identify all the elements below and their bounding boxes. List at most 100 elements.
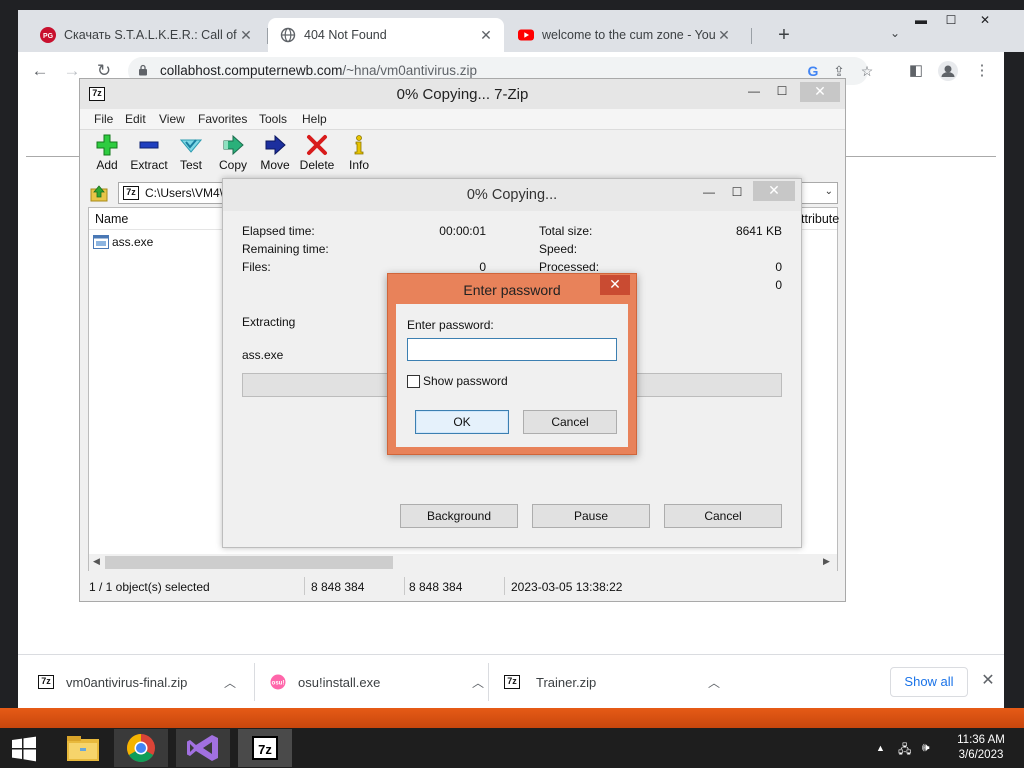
youtube-icon <box>518 29 534 41</box>
divider <box>254 663 255 701</box>
password-input[interactable] <box>407 338 617 361</box>
file-row[interactable]: ass.exe <box>93 234 153 250</box>
close-tab-icon[interactable]: ✕ <box>238 27 254 44</box>
delete-button[interactable]: Delete <box>295 134 339 178</box>
password-body: Enter password: Show password OK Cancel <box>396 304 628 447</box>
show-hidden-icons-icon[interactable]: ▲ <box>876 743 885 753</box>
new-tab-button[interactable]: + <box>772 24 796 48</box>
network-icon[interactable]: 🖧 <box>898 740 911 761</box>
tool-label: Copy <box>218 158 247 172</box>
status-size: 8 848 384 <box>311 580 365 594</box>
up-folder-icon[interactable] <box>90 184 108 202</box>
show-password-checkbox[interactable] <box>407 375 420 388</box>
status-bar: 1 / 1 object(s) selected 8 848 384 8 848… <box>80 575 845 597</box>
close-window-icon[interactable]: ✕ <box>966 10 1004 32</box>
scroll-thumb[interactable] <box>105 556 393 569</box>
tab-youtube[interactable]: welcome to the cum zone - YouT ✕ <box>506 18 742 52</box>
maximize-icon[interactable]: ☐ <box>936 10 966 32</box>
menu-edit[interactable]: Edit <box>125 112 146 126</box>
scroll-left-icon[interactable]: ◀ <box>93 556 100 567</box>
tab-stalker[interactable]: PG Скачать S.T.A.L.K.E.R.: Call of Prip … <box>28 18 264 52</box>
close-icon[interactable]: ✕ <box>600 275 630 295</box>
column-name[interactable]: Name <box>95 212 128 226</box>
tab-label: welcome to the cum zone - YouT <box>542 28 716 42</box>
cancel-button[interactable]: Cancel <box>523 410 617 434</box>
tool-label: Move <box>260 158 290 172</box>
show-all-button[interactable]: Show all <box>890 667 968 697</box>
7zip-archive-icon: 7z <box>123 186 139 200</box>
test-button[interactable]: Test <box>169 134 213 178</box>
minimize-icon[interactable]: — <box>744 82 764 102</box>
elapsed-value: 00:00:01 <box>439 224 486 238</box>
files-label: Files: <box>242 260 271 274</box>
ok-button[interactable]: OK <box>415 410 509 434</box>
download-item[interactable]: 7z Trainer.zip ︿ <box>504 663 734 701</box>
file-explorer-icon[interactable] <box>56 729 110 767</box>
speed-label: Speed: <box>539 242 578 256</box>
column-attributes[interactable]: ttribute <box>801 212 839 226</box>
files-value: 0 <box>479 260 486 274</box>
close-icon[interactable]: ✕ <box>800 82 840 102</box>
title-bar[interactable]: 0% Copying... — ☐ ✕ <box>223 179 801 211</box>
horizontal-scrollbar[interactable]: ◀ ▶ <box>89 554 837 571</box>
visual-studio-icon[interactable] <box>176 729 230 767</box>
action-label: Extracting <box>242 315 296 329</box>
info-button[interactable]: Info <box>337 134 381 178</box>
windows-start-icon[interactable] <box>6 734 42 764</box>
menu-tools[interactable]: Tools <box>259 112 287 126</box>
minimize-icon[interactable]: ▬ <box>906 10 936 32</box>
chevron-up-icon[interactable]: ︿ <box>472 674 484 691</box>
volume-icon[interactable]: 🕪 <box>922 740 930 755</box>
minimize-icon[interactable]: — <box>699 183 719 203</box>
chevron-down-icon[interactable]: ⌄ <box>825 186 833 197</box>
close-icon[interactable]: ✕ <box>753 181 795 201</box>
tool-label: Info <box>348 158 369 172</box>
delete-x-icon <box>307 135 327 155</box>
current-file: ass.exe <box>242 348 284 362</box>
add-button[interactable]: Add <box>85 134 129 178</box>
close-downloads-icon[interactable]: ✕ <box>978 669 998 693</box>
bookmark-star-icon[interactable]: ☆ <box>858 62 876 80</box>
kebab-menu-icon[interactable]: ⋮ <box>972 61 992 81</box>
processed-value: 0 <box>775 260 782 274</box>
menu-favorites[interactable]: Favorites <box>198 112 247 126</box>
tool-label: Extract <box>130 158 168 172</box>
pause-button[interactable]: Pause <box>532 504 650 528</box>
svg-text:7z: 7z <box>258 742 272 757</box>
download-name: Trainer.zip <box>536 674 597 690</box>
move-button[interactable]: Move <box>253 134 297 178</box>
title-bar[interactable]: 7z 0% Copying... 7-Zip — ☐ ✕ <box>80 79 845 109</box>
cancel-button[interactable]: Cancel <box>664 504 782 528</box>
tab-404[interactable]: 404 Not Found ✕ <box>268 18 504 52</box>
chevron-up-icon[interactable]: ︿ <box>708 674 720 691</box>
menu-help[interactable]: Help <box>302 112 327 126</box>
scroll-right-icon[interactable]: ▶ <box>823 556 830 567</box>
chrome-icon[interactable] <box>114 729 168 767</box>
7zip-archive-icon: 7z <box>38 675 54 689</box>
7zip-icon[interactable]: 7z <box>238 729 292 767</box>
maximize-icon[interactable]: ☐ <box>727 183 747 203</box>
tool-label: Delete <box>299 158 335 172</box>
download-item[interactable]: 7z vm0antivirus-final.zip ︿ <box>38 663 248 701</box>
copy-arrow-icon <box>223 134 244 156</box>
extract-button[interactable]: Extract <box>127 134 171 178</box>
show-password-label[interactable]: Show password <box>423 374 508 388</box>
chevron-up-icon[interactable]: ︿ <box>224 674 236 691</box>
close-tab-icon[interactable]: ✕ <box>716 27 732 44</box>
background-button[interactable]: Background <box>400 504 518 528</box>
menu-view[interactable]: View <box>159 112 185 126</box>
tab-label: Скачать S.T.A.L.K.E.R.: Call of Prip <box>64 28 238 42</box>
zip-toolbar: Add Extract Test Copy Move Delete Info <box>80 129 845 179</box>
side-panel-icon[interactable]: ◧ <box>906 61 926 81</box>
close-tab-icon[interactable]: ✕ <box>478 27 494 44</box>
tab-search-chevron-icon[interactable]: ⌄ <box>890 26 900 40</box>
profile-avatar-icon[interactable] <box>938 61 958 81</box>
dialog-title: Enter password <box>463 282 561 298</box>
copy-button[interactable]: Copy <box>211 134 255 178</box>
menu-file[interactable]: File <box>94 112 113 126</box>
maximize-icon[interactable]: ☐ <box>772 82 792 102</box>
taskbar-clock[interactable]: 11:36 AM 3/6/2023 <box>950 733 1012 763</box>
download-item[interactable]: osu! osu!install.exe ︿ <box>270 663 500 701</box>
url-text: collabhost.computernewb.com/~hna/vm0anti… <box>160 63 477 78</box>
back-arrow-icon[interactable]: ← <box>28 59 52 83</box>
